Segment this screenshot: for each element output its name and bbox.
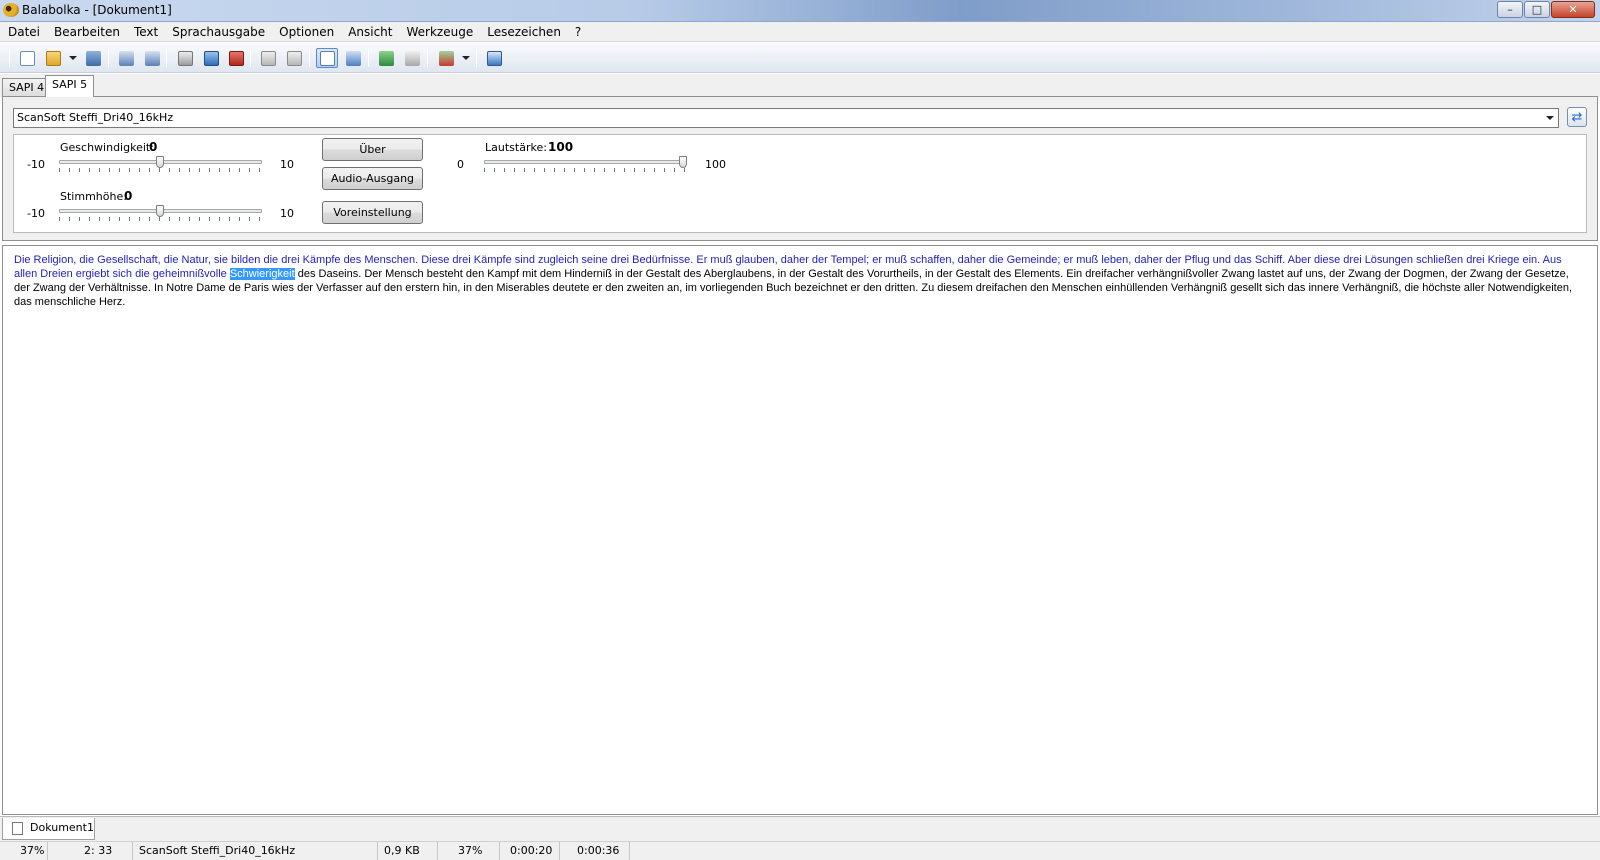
- status-file-size: 0,9 KB: [378, 842, 438, 860]
- clipboard-monitor-icon[interactable]: [283, 48, 305, 68]
- volume-slider-thumb[interactable]: [679, 156, 687, 168]
- speed-label: Geschwindigkeit:: [60, 141, 154, 154]
- document-tabs: Dokument1: [0, 816, 1600, 841]
- window-title: Balabolka - [Dokument1]: [22, 3, 172, 17]
- pitch-max-label: 10: [280, 207, 294, 220]
- speed-max-label: 10: [280, 158, 294, 171]
- menu-bearbeiten[interactable]: Bearbeiten: [47, 23, 127, 41]
- status-bar: 37% 2: 33 ScanSoft Steffi_Dri40_16kHz 0,…: [0, 841, 1600, 860]
- menu-werkzeuge[interactable]: Werkzeuge: [400, 23, 481, 41]
- status-position: 2: 33: [48, 842, 133, 860]
- speed-slider[interactable]: [59, 156, 262, 172]
- toolbar-separator: [368, 49, 369, 67]
- status-percent: 37%: [438, 842, 500, 860]
- menu-bar: Datei Bearbeiten Text Sprachausgabe Opti…: [0, 22, 1600, 42]
- tab-dokument1[interactable]: Dokument1: [2, 818, 95, 840]
- audio-file-icon[interactable]: [435, 48, 457, 68]
- status-progress: 37%: [0, 842, 48, 860]
- export-icon[interactable]: [375, 48, 397, 68]
- tab-sapi5[interactable]: SAPI 5: [45, 75, 95, 97]
- print-preview-icon[interactable]: [141, 48, 163, 68]
- import-icon[interactable]: [401, 48, 423, 68]
- volume-min-label: 0: [457, 158, 464, 171]
- spell-check-icon[interactable]: [342, 48, 364, 68]
- document-icon: [12, 822, 23, 835]
- volume-slider[interactable]: [484, 156, 687, 172]
- pitch-label: Stimmhöhe:: [60, 190, 127, 203]
- dropdown-arrow-icon[interactable]: [69, 56, 77, 60]
- stop-icon[interactable]: [225, 48, 247, 68]
- edit-mode-icon[interactable]: [316, 48, 338, 68]
- preset-button[interactable]: Voreinstellung: [322, 201, 423, 224]
- toolbar-separator: [9, 49, 10, 67]
- volume-max-label: 100: [705, 158, 726, 171]
- dropdown-arrow-icon[interactable]: [462, 56, 470, 60]
- toolbar-separator: [476, 49, 477, 67]
- toolbar-separator: [309, 49, 310, 67]
- toolbar: [0, 43, 1600, 73]
- pitch-slider-thumb[interactable]: [156, 205, 164, 217]
- menu-lesezeichen[interactable]: Lesezeichen: [480, 23, 568, 41]
- about-button[interactable]: Über: [322, 138, 423, 161]
- menu-optionen[interactable]: Optionen: [272, 23, 341, 41]
- toolbar-separator: [250, 49, 251, 67]
- status-voice: ScanSoft Steffi_Dri40_16kHz: [133, 842, 378, 860]
- voice-select-value: ScanSoft Steffi_Dri40_16kHz: [17, 111, 174, 124]
- refresh-voices-button[interactable]: ⇄: [1567, 107, 1587, 127]
- status-elapsed-time: 0:00:20: [500, 842, 560, 860]
- toolbar-separator: [108, 49, 109, 67]
- chevron-down-icon[interactable]: [1546, 116, 1554, 120]
- menu-datei[interactable]: Datei: [1, 23, 47, 41]
- speed-min-label: -10: [27, 158, 45, 171]
- volume-label: Lautstärke:: [485, 141, 547, 154]
- title-bar: Balabolka - [Dokument1] – □ ✕: [0, 0, 1600, 22]
- document-text-area[interactable]: Die Religion, die Gesellschaft, die Natu…: [2, 245, 1598, 815]
- help-icon[interactable]: [483, 48, 505, 68]
- status-total-time: 0:00:36: [560, 842, 630, 860]
- audio-output-button[interactable]: Audio-Ausgang: [322, 167, 423, 190]
- voice-select[interactable]: ScanSoft Steffi_Dri40_16kHz: [13, 108, 1559, 128]
- print-icon[interactable]: [115, 48, 137, 68]
- voice-settings-frame: Geschwindigkeit: 0 -10 10 Stimmhöhe: 0 -…: [13, 134, 1587, 233]
- tab-sapi4[interactable]: SAPI 4: [2, 78, 52, 97]
- menu-sprachausgabe[interactable]: Sprachausgabe: [165, 23, 272, 41]
- speed-slider-thumb[interactable]: [156, 156, 164, 168]
- document-tab-label: Dokument1: [30, 821, 94, 834]
- clipboard-read-icon[interactable]: [257, 48, 279, 68]
- current-word-highlight: Schwierigkeit: [229, 268, 295, 280]
- menu-text[interactable]: Text: [127, 23, 165, 41]
- speed-value: 0: [149, 140, 158, 154]
- refresh-icon: ⇄: [1571, 109, 1583, 125]
- voice-panel: ScanSoft Steffi_Dri40_16kHz ⇄ Geschwindi…: [2, 96, 1598, 241]
- button-divider: [314, 194, 432, 195]
- pause-icon[interactable]: [200, 48, 222, 68]
- play-icon[interactable]: [174, 48, 196, 68]
- app-icon[interactable]: [3, 3, 19, 17]
- maximize-button[interactable]: □: [1524, 1, 1550, 18]
- minimize-button[interactable]: –: [1497, 1, 1523, 18]
- menu-ansicht[interactable]: Ansicht: [341, 23, 399, 41]
- save-icon[interactable]: [82, 48, 104, 68]
- menu-help[interactable]: ?: [568, 23, 588, 41]
- pitch-value: 0: [124, 189, 133, 203]
- toolbar-separator: [166, 49, 167, 67]
- engine-tabs: SAPI 4 SAPI 5: [0, 74, 1600, 97]
- open-folder-icon[interactable]: [42, 48, 64, 68]
- close-button[interactable]: ✕: [1551, 1, 1595, 18]
- new-document-icon[interactable]: [16, 48, 38, 68]
- toolbar-separator: [427, 49, 428, 67]
- pitch-min-label: -10: [27, 207, 45, 220]
- pitch-slider[interactable]: [59, 205, 262, 221]
- volume-value: 100: [548, 140, 574, 154]
